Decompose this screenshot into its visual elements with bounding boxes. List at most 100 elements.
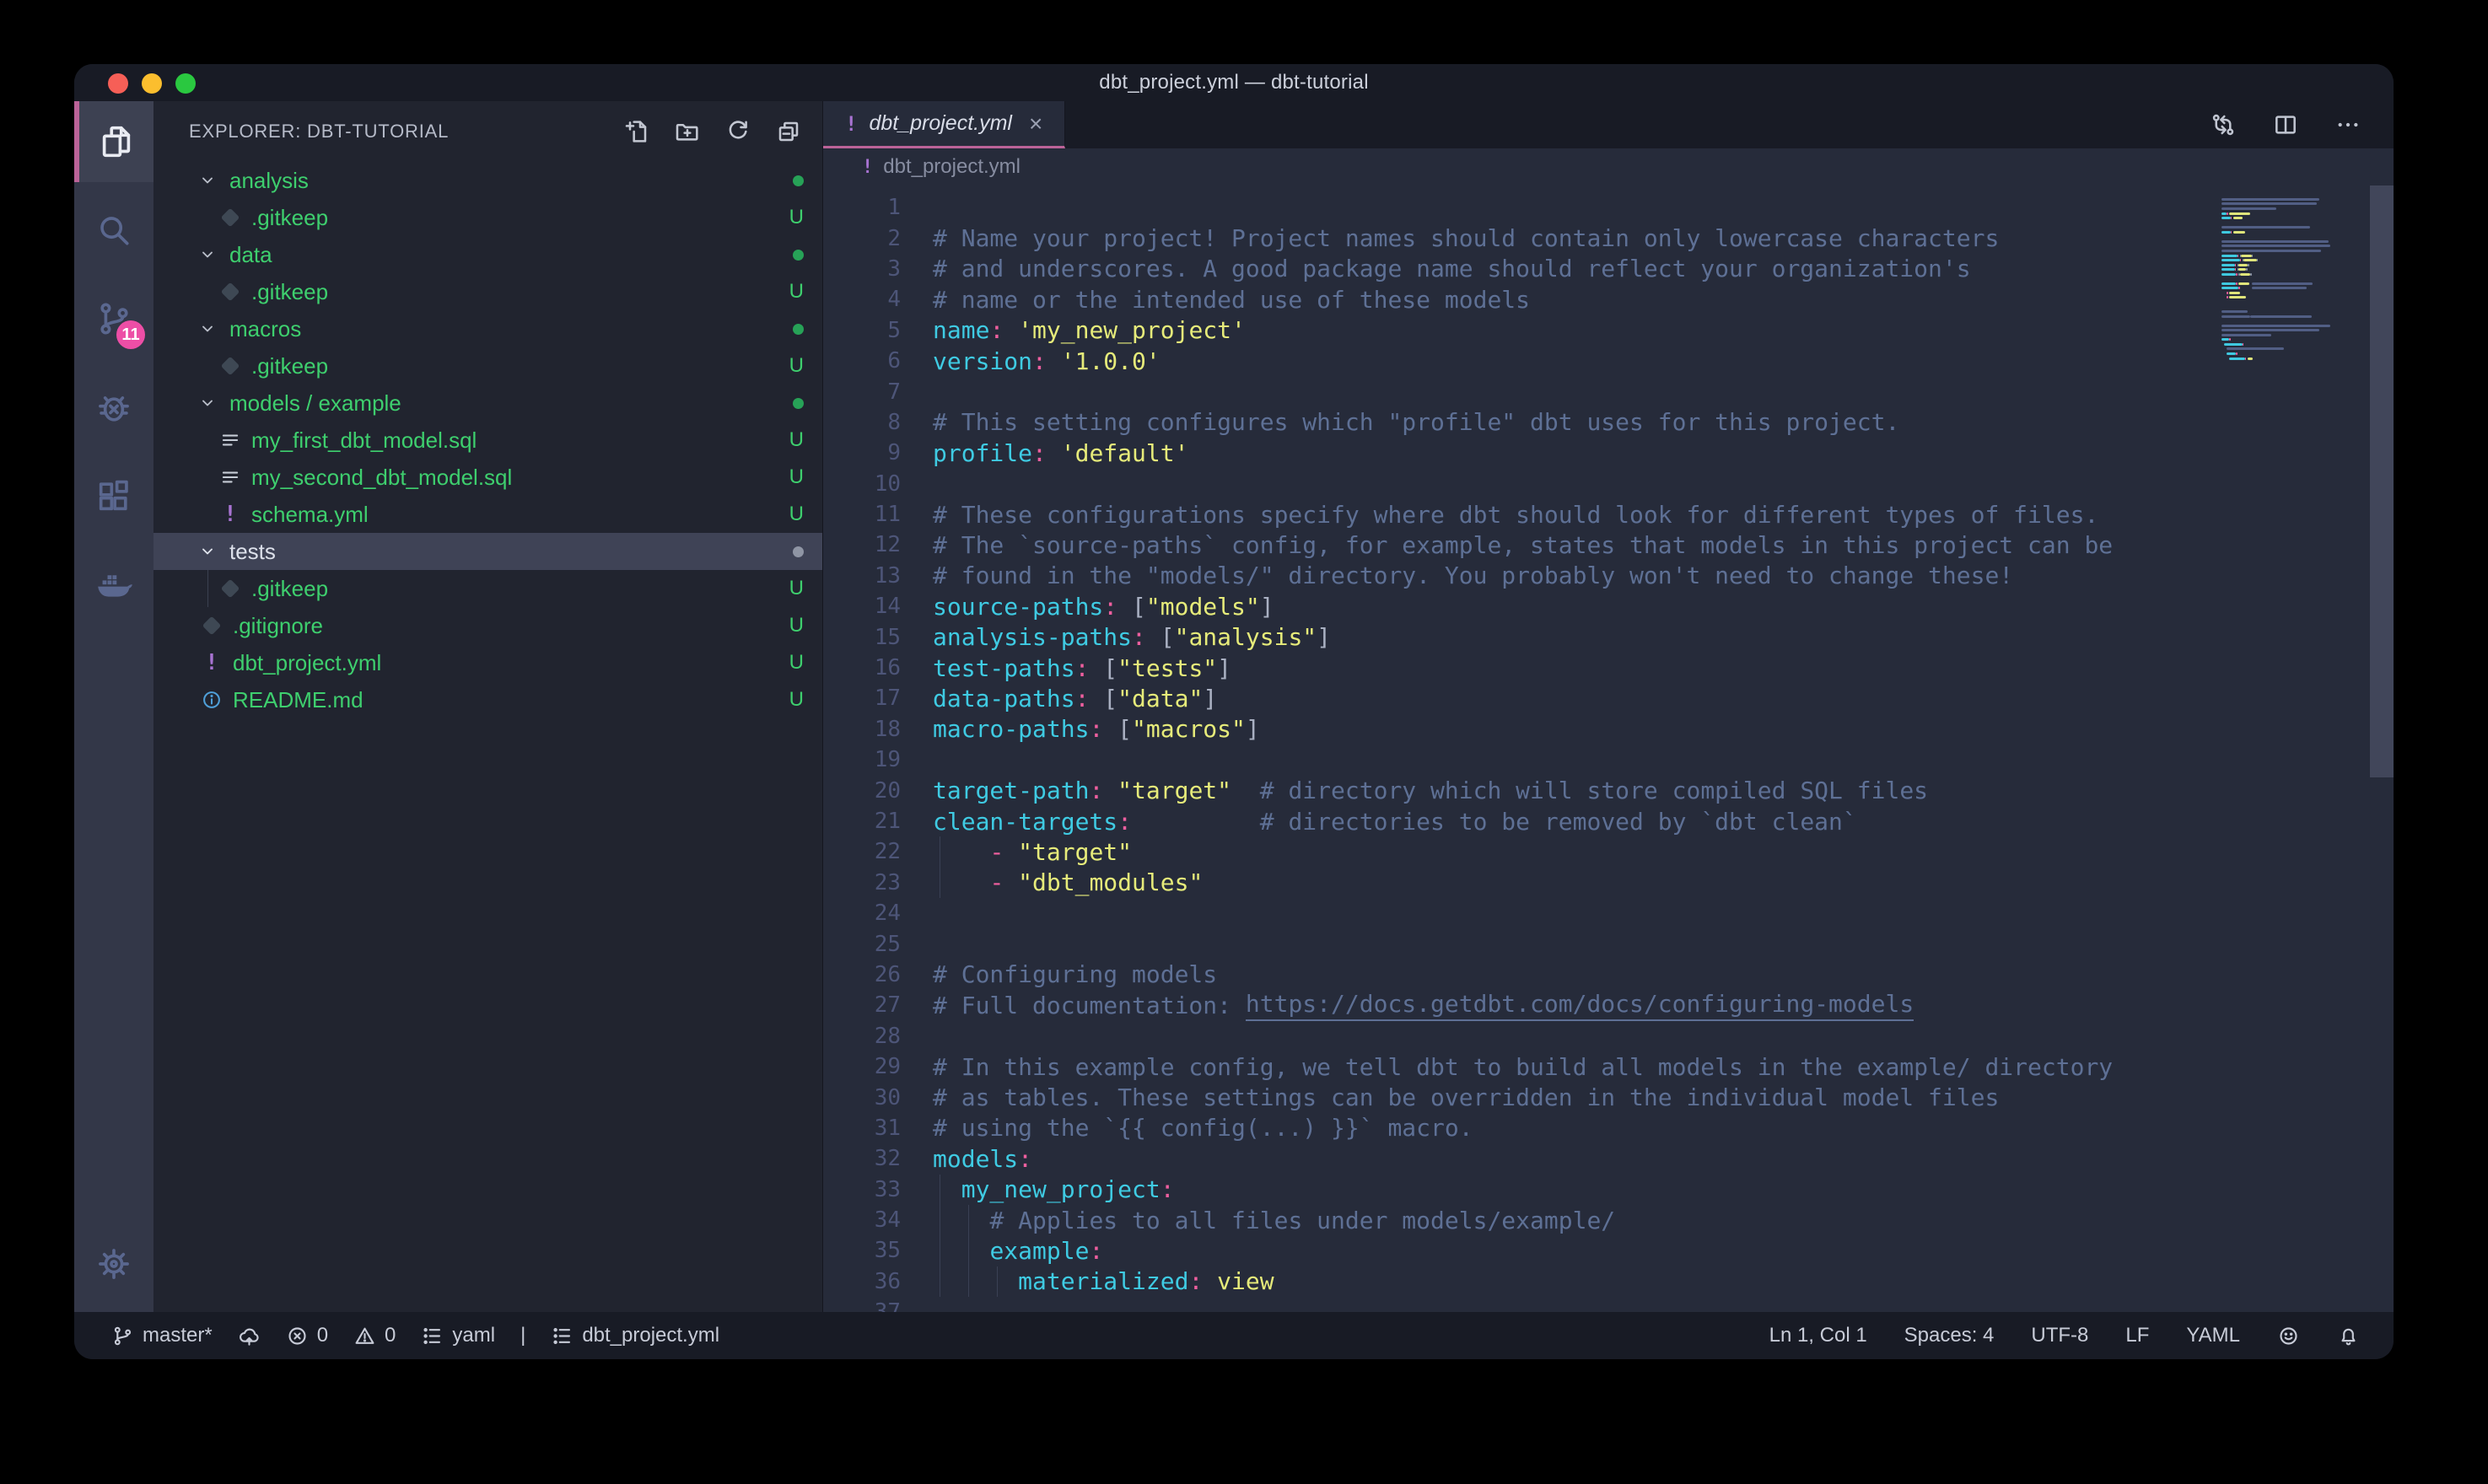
git-branch-icon — [111, 1325, 134, 1347]
sql-file-icon — [216, 466, 245, 488]
indent-guide — [968, 1205, 969, 1235]
scm-changes-badge: 11 — [116, 320, 145, 349]
tree-folder-models-example[interactable]: models / example — [153, 384, 822, 422]
tree-file--gitkeep[interactable]: .gitkeepU — [153, 273, 822, 310]
line-number: 37 — [823, 1299, 901, 1312]
line-number: 1 — [823, 195, 901, 220]
code-line: 8# This setting configures which "profil… — [823, 407, 2394, 438]
line-number: 12 — [823, 532, 901, 557]
status-lf[interactable]: LF — [2125, 1324, 2149, 1347]
workbench: 11 EXPLORER: DBT-TUTORIAL analysis.gitke… — [74, 101, 2394, 1312]
new-folder-icon[interactable] — [674, 118, 701, 145]
code-line: 26# Configuring models — [823, 960, 2394, 990]
line-number: 11 — [823, 502, 901, 527]
zoom-window-button[interactable] — [175, 73, 196, 94]
code-line: 36 materialized: view — [823, 1266, 2394, 1297]
open-changes-icon[interactable] — [2210, 111, 2237, 138]
editor-group: ! dbt_project.yml × ! dbt_project.yml 12… — [822, 101, 2394, 1312]
file-tree: analysis.gitkeepUdata.gitkeepUmacros.git… — [153, 162, 822, 718]
code-line: 33 my_new_project: — [823, 1175, 2394, 1205]
tree-file--gitignore[interactable]: .gitignoreU — [153, 607, 822, 644]
line-number: 5 — [823, 318, 901, 343]
activity-search-button[interactable] — [74, 190, 153, 271]
status-yaml[interactable]: YAML — [2186, 1324, 2240, 1347]
code-editor[interactable]: 12# Name your project! Project names sho… — [823, 186, 2394, 1312]
activity-settings-button[interactable] — [74, 1223, 153, 1304]
split-editor-icon[interactable] — [2272, 111, 2299, 138]
code-line: 20target-path: "target" # directory whic… — [823, 775, 2394, 805]
status-bell[interactable] — [2337, 1325, 2360, 1347]
new-file-icon[interactable] — [623, 118, 650, 145]
status-error[interactable]: 0 — [286, 1324, 328, 1347]
status-ln-1-col-1[interactable]: Ln 1, Col 1 — [1769, 1324, 1867, 1347]
minimap[interactable] — [2221, 192, 2356, 365]
error-icon — [286, 1325, 309, 1347]
code-line: 4# name or the intended use of these mod… — [823, 284, 2394, 315]
line-number: 9 — [823, 440, 901, 465]
tree-folder-data[interactable]: data — [153, 236, 822, 273]
tab-label: dbt_project.yml — [869, 111, 1012, 136]
code-line: 15analysis-paths: ["analysis"] — [823, 621, 2394, 652]
untracked-badge: U — [789, 651, 804, 675]
breadcrumb[interactable]: ! dbt_project.yml — [823, 148, 2394, 186]
collapse-folders-icon[interactable] — [775, 118, 802, 145]
tree-file-schema-yml[interactable]: !schema.ymlU — [153, 496, 822, 533]
yaml-warning-icon: ! — [845, 112, 857, 136]
code-line: 34 # Applies to all files under models/e… — [823, 1205, 2394, 1235]
editor-scrollbar[interactable] — [2370, 186, 2394, 777]
line-number: 32 — [823, 1146, 901, 1171]
smiley-icon — [2277, 1325, 2300, 1347]
status-smiley[interactable] — [2277, 1325, 2300, 1347]
close-window-button[interactable] — [108, 73, 128, 94]
chevron-down-icon — [197, 541, 223, 562]
line-number: 14 — [823, 594, 901, 619]
tree-item-label: macros — [229, 316, 301, 342]
chevron-down-icon — [197, 319, 223, 339]
tree-folder-analysis[interactable]: analysis — [153, 162, 822, 199]
minimize-window-button[interactable] — [142, 73, 162, 94]
status-warning[interactable]: 0 — [353, 1324, 396, 1347]
code-line: 14source-paths: ["models"] — [823, 591, 2394, 621]
tree-item-label: my_second_dbt_model.sql — [251, 465, 512, 491]
git-file-icon — [216, 211, 245, 224]
code-line: 28 — [823, 1021, 2394, 1051]
modified-dot-badge — [793, 250, 804, 261]
status-spaces-4[interactable]: Spaces: 4 — [1904, 1324, 1995, 1347]
run-debug-icon — [94, 388, 133, 427]
activity-docker-button[interactable] — [74, 544, 153, 625]
indent-guide — [968, 1266, 969, 1297]
status-list-selection[interactable]: dbt_project.yml — [551, 1324, 719, 1347]
activity-bar: 11 — [74, 101, 153, 1312]
activity-explorer-button[interactable] — [74, 101, 153, 182]
untracked-badge: U — [789, 280, 804, 304]
more-actions-icon[interactable] — [2335, 111, 2361, 138]
line-number: 35 — [823, 1238, 901, 1263]
tree-file--gitkeep[interactable]: .gitkeepU — [153, 199, 822, 236]
code-line: 13# found in the "models/" directory. Yo… — [823, 561, 2394, 591]
tab-dbt-project-yml[interactable]: ! dbt_project.yml × — [823, 101, 1065, 148]
tree-folder-macros[interactable]: macros — [153, 310, 822, 347]
status-git-branch[interactable]: master* — [111, 1324, 213, 1347]
sql-file-icon — [216, 429, 245, 451]
activity-extensions-button[interactable] — [74, 455, 153, 536]
activity-run-debug-button[interactable] — [74, 367, 153, 448]
refresh-explorer-icon[interactable] — [724, 118, 751, 145]
tree-file--gitkeep[interactable]: .gitkeepU — [153, 347, 822, 384]
line-number: 4 — [823, 287, 901, 312]
tree-file--gitkeep[interactable]: .gitkeepU — [153, 570, 822, 607]
activity-source-control-button[interactable]: 11 — [74, 278, 153, 359]
status-utf-8[interactable]: UTF-8 — [2031, 1324, 2088, 1347]
tree-folder-tests[interactable]: tests — [153, 533, 822, 570]
line-number: 7 — [823, 379, 901, 405]
line-number: 28 — [823, 1024, 901, 1049]
tree-file-readme-md[interactable]: README.mdU — [153, 681, 822, 718]
status-list-selection[interactable]: yaml — [421, 1324, 495, 1347]
status-cloud-upload[interactable] — [238, 1325, 261, 1347]
tree-file-my-second-dbt-model-sql[interactable]: my_second_dbt_model.sqlU — [153, 459, 822, 496]
tree-file-my-first-dbt-model-sql[interactable]: my_first_dbt_model.sqlU — [153, 422, 822, 459]
tree-file-dbt-project-yml[interactable]: !dbt_project.ymlU — [153, 644, 822, 681]
tree-item-label: .gitignore — [233, 613, 323, 639]
code-line: 30# as tables. These settings can be ove… — [823, 1082, 2394, 1112]
close-tab-icon[interactable]: × — [1029, 110, 1042, 137]
folder-dot-badge — [793, 546, 804, 557]
